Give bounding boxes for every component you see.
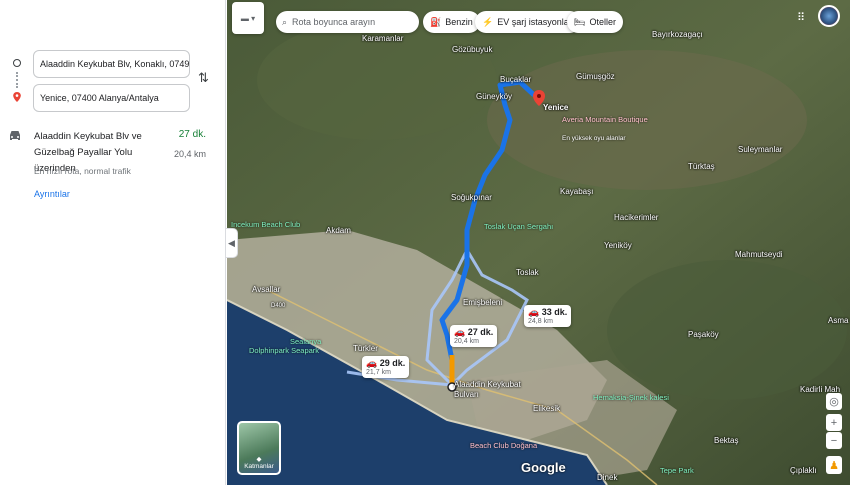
chip-hotels[interactable]: 🛏 Oteller	[567, 11, 623, 33]
car-icon: 🚗	[528, 307, 540, 317]
car-icon: 🚗	[454, 327, 466, 337]
place-label: Hacikerimler	[614, 213, 659, 222]
callout-time: 27 dk.	[467, 327, 494, 337]
place-label: Dinek	[597, 473, 618, 482]
callout-distance: 20,4 km	[454, 338, 479, 345]
search-along-route[interactable]: ⌕ Rota boyunca arayın	[276, 11, 419, 33]
avatar[interactable]	[818, 5, 840, 27]
callout-distance: 21,7 km	[366, 369, 391, 376]
collapse-panel-button[interactable]: ◀	[226, 228, 238, 258]
layers-icon: ◆	[256, 456, 262, 463]
layers-toggle[interactable]: ◆ Katmanlar	[237, 421, 281, 475]
compass-icon[interactable]: ◎	[826, 393, 842, 410]
place-label: Asma	[828, 316, 849, 325]
layers-icon: ▬ ▾	[240, 13, 256, 23]
poi-label[interactable]: Hemaksia-Şinek kalesi	[593, 393, 669, 402]
place-label: Soğukpınar	[451, 193, 492, 202]
place-label: Akdam	[326, 226, 351, 235]
destination-input[interactable]: Yenice, 07400 Alanya/Antalya	[33, 84, 190, 112]
place-label: Elikesik	[533, 404, 561, 413]
hotel-icon: 🛏	[574, 16, 586, 27]
layers-menu-button[interactable]: ▬ ▾	[232, 2, 264, 34]
place-label: Çıplaklı	[790, 466, 817, 475]
place-label: Güneyköy	[476, 92, 513, 101]
fuel-icon: ⛽	[430, 16, 442, 27]
chip-fuel[interactable]: ⛽ Benzin	[423, 11, 480, 33]
destination-pin-icon	[13, 92, 21, 102]
place-label: Yeniköy	[604, 241, 632, 250]
route-distance: 20,4 km	[173, 149, 206, 159]
place-label: Türkler	[353, 344, 378, 353]
callout-time: 33 dk.	[541, 307, 568, 317]
place-label: Toslak	[516, 268, 539, 277]
route-callout-main[interactable]: 🚗 27 dk. 20,4 km	[450, 325, 498, 347]
route-callout-alt2[interactable]: 🚗 29 dk. 21,7 km	[362, 356, 410, 378]
callout-time: 29 dk.	[379, 358, 406, 368]
route-time: 27 dk.	[178, 129, 206, 140]
chip-label: EV şarj istasyonları	[497, 17, 575, 27]
origin-circle-icon	[13, 59, 21, 67]
origin-label[interactable]: Alaaddin Keykubat Bulvarı	[454, 380, 534, 400]
poi-label[interactable]: Averia Mountain Boutique	[562, 115, 648, 124]
search-placeholder: Rota boyunca arayın	[292, 17, 376, 27]
directions-panel: Alaaddin Keykubat Blv, Konaklı, 07491 Al…	[0, 0, 226, 485]
chip-label: Oteller	[589, 17, 616, 27]
poi-label[interactable]: Beach Club Doğana	[470, 441, 537, 450]
origin-input[interactable]: Alaaddin Keykubat Blv, Konaklı, 07491 Al	[33, 50, 190, 78]
car-icon: 🚗	[366, 358, 378, 368]
poi-label[interactable]: Sealanya	[290, 337, 321, 346]
road-label: D400	[271, 303, 286, 309]
poi-sublabel: En yüksek oyu alanlar	[562, 135, 626, 142]
layers-label: Katmanlar	[244, 463, 274, 470]
route-description: En hızlı rota, normal trafik	[34, 166, 131, 176]
place-label: Kayabaşı	[560, 187, 594, 196]
place-label: Paşaköy	[688, 330, 719, 339]
place-label: Buçaklar	[500, 75, 532, 84]
place-label: Mahmutseydi	[735, 250, 783, 259]
place-label: Karamanlar	[362, 34, 404, 43]
zoom-out-icon[interactable]: −	[826, 432, 842, 449]
chip-ev[interactable]: ⚡ EV şarj istasyonları	[475, 11, 582, 33]
swap-icon[interactable]: ⇅	[198, 70, 209, 86]
details-link[interactable]: Ayrıntılar	[34, 189, 70, 199]
place-label: Emişbeleni	[463, 298, 503, 307]
poi-label[interactable]: Toslak Uçan Sergahı	[484, 222, 553, 231]
callout-distance: 24,8 km	[528, 318, 553, 325]
google-logo: Google	[521, 460, 566, 475]
place-label: Suleymanlar	[738, 145, 783, 154]
route-callout-alt1[interactable]: 🚗 33 dk. 24,8 km	[524, 305, 572, 327]
place-label: Bektaş	[714, 436, 739, 445]
search-icon: ⌕	[282, 16, 288, 27]
ev-charging-icon: ⚡	[482, 16, 494, 27]
route-dots-icon	[16, 72, 18, 88]
place-label: Türktaş	[688, 162, 715, 171]
poi-label[interactable]: Tepe Park	[660, 466, 694, 475]
car-icon	[10, 131, 20, 140]
zoom-in-icon[interactable]: +	[826, 414, 842, 431]
poi-label[interactable]: Dolphinpark Seapark	[249, 346, 319, 355]
place-label: Avsallar	[252, 285, 281, 294]
poi-label[interactable]: Incekum Beach Club	[231, 220, 300, 229]
place-label: Bayırkozagaçı	[652, 30, 703, 39]
pegman-icon[interactable]: ♟	[826, 456, 842, 474]
chip-label: Benzin	[445, 17, 473, 27]
place-label: Gümuşgöz	[576, 72, 615, 81]
place-label: Gözübuyuk	[452, 45, 493, 54]
destination-label[interactable]: Yenice	[543, 103, 568, 112]
apps-icon[interactable]: ⠿	[797, 11, 805, 24]
